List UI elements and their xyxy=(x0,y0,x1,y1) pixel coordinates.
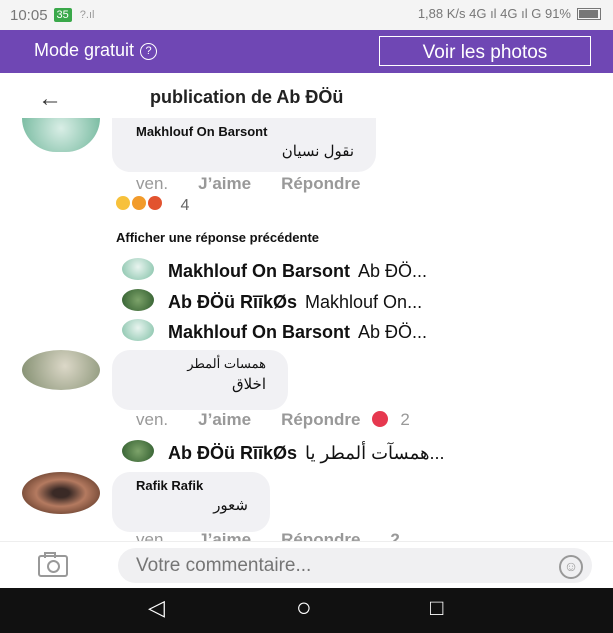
comment-text: اخلاق xyxy=(231,376,266,393)
reaction-count: 4 xyxy=(180,197,190,214)
comment-text: نقول نسيان xyxy=(281,143,354,160)
page-header: ← publication de Ab ÐÖü xyxy=(0,73,613,123)
comment-bubble[interactable]: Rafik Rafik شعور xyxy=(112,472,270,532)
status-right: 1,88 K/s 4G ıl 4G ıl G 91% xyxy=(418,6,601,21)
reply-avatar xyxy=(122,258,154,280)
reply-author[interactable]: Ab ÐÖü RīīkØs xyxy=(168,443,297,463)
comment-input-bar: ☺ xyxy=(0,541,613,589)
signal-icon: ?.ıl xyxy=(79,9,95,21)
reaction-count: 2 xyxy=(390,530,400,541)
view-photos-button[interactable]: Voir les photos xyxy=(379,36,591,66)
comment-time: ven. xyxy=(136,410,169,429)
show-previous-replies[interactable]: Afficher une réponse précédente xyxy=(116,230,319,245)
sad-reaction-icon xyxy=(116,196,130,210)
reaction-count: 2 xyxy=(400,410,410,429)
page-title: publication de Ab ÐÖü xyxy=(150,87,344,107)
free-mode-text: Mode gratuit xyxy=(34,40,135,60)
reply-text: Ab ÐÖ... xyxy=(358,322,428,342)
reply-row[interactable]: Makhlouf On Barsont Ab ÐÖ... xyxy=(122,258,427,282)
free-mode-label: Mode gratuit? xyxy=(34,40,158,61)
status-network: 1,88 K/s 4G ıl 4G ıl G 91% xyxy=(417,6,571,21)
reply-text: Makhlouf On... xyxy=(305,292,423,312)
comment-input[interactable] xyxy=(118,548,592,583)
like-button[interactable]: J’aime xyxy=(198,174,251,193)
status-badge: 35 xyxy=(53,8,72,22)
reply-text: Ab ÐÖ... xyxy=(358,261,428,281)
angry-reaction-icon xyxy=(148,196,162,210)
reply-author[interactable]: Ab ÐÖü RīīkØs xyxy=(168,292,297,312)
nav-recent-icon[interactable]: □ xyxy=(430,595,443,621)
reply-author[interactable]: Makhlouf On Barsont xyxy=(168,261,350,281)
comment-time: ven. xyxy=(136,530,169,541)
avatar[interactable] xyxy=(22,350,100,390)
reactions-summary[interactable]: 4 xyxy=(116,196,189,215)
info-icon[interactable]: ? xyxy=(140,43,158,60)
nav-home-icon[interactable]: ○ xyxy=(296,592,312,623)
heart-reaction-icon xyxy=(372,411,389,427)
status-time: 10:05 xyxy=(10,6,48,24)
comment-time: ven. xyxy=(136,174,169,193)
comment-text: شعور xyxy=(213,497,248,514)
system-nav-bar: ◁ ○ □ xyxy=(0,588,613,633)
reply-row[interactable]: Makhlouf On Barsont Ab ÐÖ... xyxy=(122,319,427,343)
reply-button[interactable]: Répondre xyxy=(281,410,360,429)
comment-actions: ven. J’aime Répondre xyxy=(136,174,390,194)
comment-bubble[interactable]: همسات ألمطر اخلاق xyxy=(112,350,288,410)
comment-bubble[interactable]: Makhlouf On Barsont نقول نسيان xyxy=(112,118,376,172)
laugh-reaction-icon xyxy=(132,196,146,210)
reply-avatar xyxy=(122,440,154,462)
like-button[interactable]: J’aime xyxy=(198,530,251,541)
comment-actions: ven. J’aime Répondre 2 xyxy=(136,410,440,430)
like-button[interactable]: J’aime xyxy=(198,410,251,429)
avatar[interactable] xyxy=(22,118,100,152)
camera-icon[interactable] xyxy=(38,552,68,577)
comment-author[interactable]: Makhlouf On Barsont xyxy=(136,124,354,139)
comment-author[interactable]: همسات ألمطر xyxy=(136,356,266,372)
reply-row[interactable]: Ab ÐÖü RīīkØs همسآت ألمطر يا... xyxy=(122,440,445,464)
reply-avatar xyxy=(122,289,154,311)
emoji-icon[interactable]: ☺ xyxy=(559,555,583,579)
back-arrow-icon[interactable]: ← xyxy=(38,85,62,113)
reply-text: همسآت ألمطر يا... xyxy=(305,443,445,463)
reply-button[interactable]: Répondre xyxy=(281,530,360,541)
comment-author[interactable]: Rafik Rafik xyxy=(136,478,248,493)
reply-button[interactable]: Répondre xyxy=(281,174,360,193)
nav-back-icon[interactable]: ◁ xyxy=(148,595,165,621)
battery-icon xyxy=(577,7,601,20)
reply-author[interactable]: Makhlouf On Barsont xyxy=(168,322,350,342)
free-mode-bar: Mode gratuit? Voir les photos xyxy=(0,30,613,73)
avatar[interactable] xyxy=(22,472,100,514)
reply-avatar xyxy=(122,319,154,341)
reply-row[interactable]: Ab ÐÖü RīīkØs Makhlouf On... xyxy=(122,289,422,313)
comment-actions: ven. J’aime Répondre 2 xyxy=(136,530,430,541)
status-bar: 10:05 35 ?.ıl 1,88 K/s 4G ıl 4G ıl G 91% xyxy=(0,0,613,30)
